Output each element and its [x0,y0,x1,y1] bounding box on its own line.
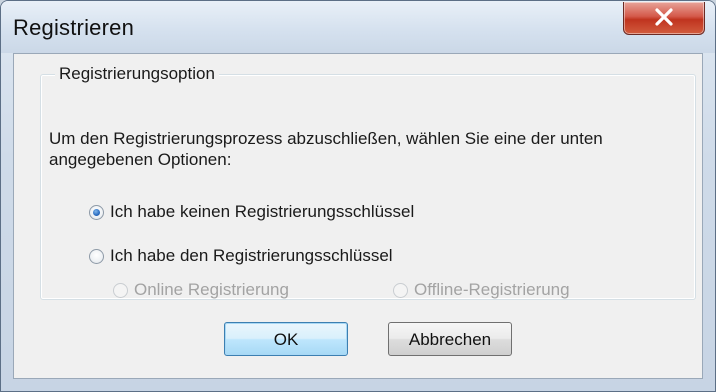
cancel-button[interactable]: Abbrechen [388,322,512,356]
radio-online-label: Online Registrierung [134,280,289,299]
ok-button[interactable]: OK [224,322,348,356]
radio-no-key[interactable]: Ich habe keinen Registrierungsschlüssel [89,202,414,222]
registration-dialog: Registrieren Registrierungsoption Um den… [0,0,716,392]
radio-no-key-label: Ich habe keinen Registrierungsschlüssel [110,202,415,221]
radio-online-registration: Online Registrierung [113,280,289,300]
instruction-text: Um den Registrierungsprozess abzuschließ… [49,129,603,169]
radio-have-key[interactable]: Ich habe den Registrierungsschlüssel [89,246,393,266]
close-icon [655,8,673,26]
radio-have-key-label: Ich habe den Registrierungsschlüssel [110,246,393,265]
radio-offline-registration: Offline-Registrierung [393,280,570,300]
radio-button-disabled [393,282,408,298]
close-button[interactable] [623,2,705,35]
radio-offline-label: Offline-Registrierung [414,280,570,299]
title-bar[interactable]: Registrieren [1,1,715,53]
radio-button-disabled [113,282,128,298]
dialog-body: Registrierungsoption Um den Registrierun… [13,53,703,379]
radio-button[interactable] [89,248,104,264]
window-title: Registrieren [13,15,135,40]
group-legend: Registrierungsoption [55,64,219,84]
registration-option-group: Registrierungsoption Um den Registrierun… [40,64,696,300]
radio-button-checked[interactable] [89,204,104,220]
